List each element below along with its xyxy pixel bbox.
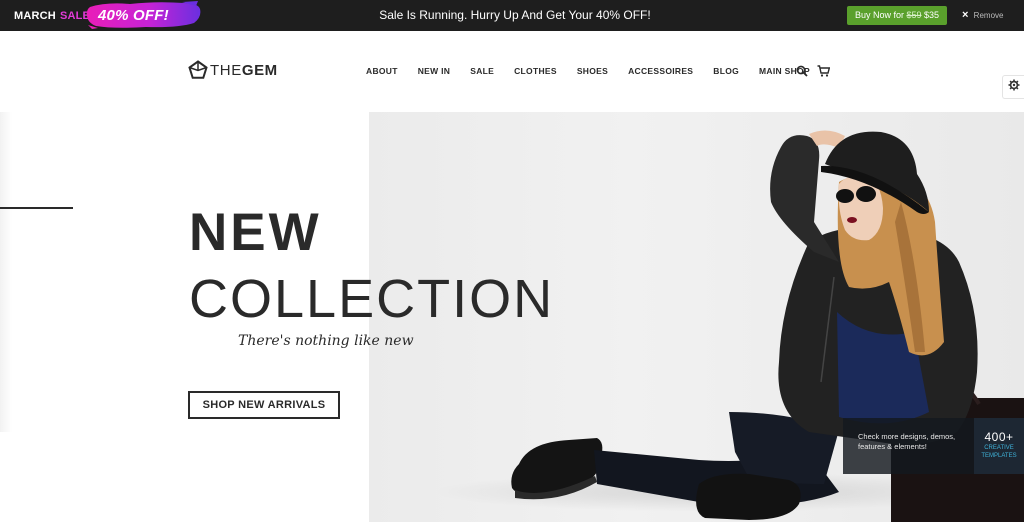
- site-header: THEGEM ABOUT NEW IN SALE CLOTHES SHOES A…: [0, 31, 1024, 112]
- templates-sub-2: TEMPLATES: [981, 453, 1017, 459]
- nav-item-about[interactable]: ABOUT: [366, 66, 398, 76]
- site-logo[interactable]: THEGEM: [188, 60, 278, 80]
- nav-item-accessoires[interactable]: ACCESSOIRES: [628, 66, 693, 76]
- hero-title-new: NEW: [189, 203, 322, 262]
- header-icons: [796, 64, 839, 82]
- remove-frame-button[interactable]: × Remove Frame: [962, 0, 1024, 51]
- templates-count-box: 400+ CREATIVE TEMPLATES: [974, 418, 1024, 474]
- hero-title-collection: COLLECTION: [189, 269, 555, 329]
- templates-count: 400+: [984, 430, 1014, 444]
- promo-message: Sale Is Running. Hurry Up And Get Your 4…: [379, 8, 651, 22]
- promo-widget-text: Check more designs, demos, features & el…: [858, 432, 956, 451]
- new-price: $35: [924, 10, 940, 20]
- logo-the: THE: [210, 61, 242, 79]
- templates-promo-widget[interactable]: Check more designs, demos, features & el…: [843, 418, 1024, 474]
- close-icon: ×: [962, 9, 969, 21]
- nav-item-clothes[interactable]: CLOTHES: [514, 66, 557, 76]
- search-icon[interactable]: [796, 64, 808, 82]
- templates-sub-1: CREATIVE: [984, 445, 1014, 451]
- nav-item-shoes[interactable]: SHOES: [577, 66, 608, 76]
- hero-section: NEW COLLECTION There's nothing like new …: [0, 112, 1024, 522]
- gem-logo-icon: [188, 60, 208, 79]
- promo-bar: MARCH SALE 40% OFF! Sale Is Running. Hur…: [0, 0, 1024, 51]
- nav-item-sale[interactable]: SALE: [470, 66, 494, 76]
- logo-text: THEGEM: [210, 62, 278, 79]
- nav-item-new-in[interactable]: NEW IN: [418, 66, 451, 76]
- promo-discount: 40% OFF!: [98, 7, 169, 24]
- buy-now-label: Buy Now for: [854, 10, 904, 20]
- nav-item-blog[interactable]: BLOG: [713, 66, 739, 76]
- cart-icon[interactable]: [817, 64, 831, 82]
- shop-new-arrivals-button[interactable]: SHOP NEW ARRIVALS: [188, 391, 340, 419]
- promo-label: MARCH SALE: [14, 0, 90, 31]
- buy-now-button[interactable]: Buy Now for $59 $35: [847, 6, 947, 25]
- hero-accent-line: [0, 207, 73, 209]
- logo-gem: GEM: [241, 61, 278, 79]
- promo-march-text: MARCH: [14, 9, 56, 22]
- gear-icon: [1008, 78, 1020, 96]
- main-nav: ABOUT NEW IN SALE CLOTHES SHOES ACCESSOI…: [356, 59, 820, 83]
- left-edge-shadow: [0, 112, 12, 432]
- settings-panel-toggle[interactable]: [1002, 75, 1024, 99]
- hero-tagline: There's nothing like new: [238, 333, 414, 349]
- old-price: $59: [906, 10, 922, 20]
